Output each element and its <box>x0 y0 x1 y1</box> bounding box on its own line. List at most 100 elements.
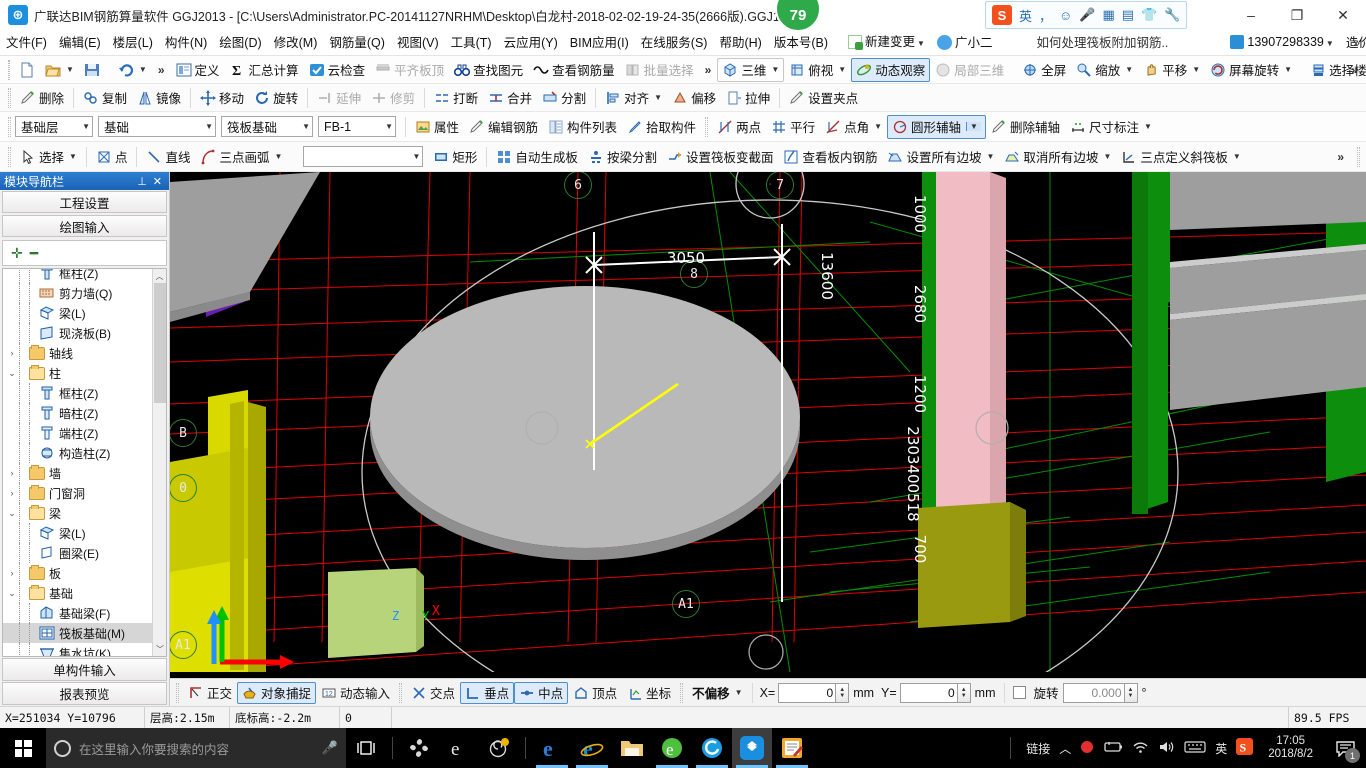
mirror-button[interactable]: 镜像 <box>132 86 186 110</box>
battery-icon[interactable] <box>1103 740 1123 757</box>
extend-button[interactable]: 延伸 <box>312 86 366 110</box>
three-point-arc-button[interactable]: 三点画弧 ▼ <box>195 145 287 169</box>
menu-item-version[interactable]: 版本号(B) <box>768 30 834 56</box>
help-link[interactable]: 如何处理筏板附加钢筋.. <box>1030 30 1174 56</box>
component-tree[interactable]: 筏板基础(M)框柱(Z)剪力墙(Q)梁(L)现浇板(B)›轴线⌄柱框柱(Z)暗柱… <box>2 268 167 657</box>
perpendicular-snap-button[interactable]: 垂点 <box>460 681 515 704</box>
category-selector[interactable]: 基础 ▼ <box>98 116 216 137</box>
dynamic-input-button[interactable]: 12 动态输入 <box>316 682 395 704</box>
align-slab-top-button[interactable]: 平齐板顶 <box>370 58 449 82</box>
tree-expand-arrow[interactable]: › <box>5 348 19 358</box>
x-offset-input[interactable]: 0 <box>778 682 837 703</box>
tree-folder[interactable]: › 轴线 <box>3 343 152 363</box>
set-slope-button[interactable]: 设置所有边坡 ▼ <box>882 145 999 169</box>
scroll-up-arrow[interactable]: ︿ <box>153 269 166 283</box>
ime-keyboard-icon[interactable]: ▦ <box>1103 7 1115 23</box>
ime-settings-icon[interactable]: 🔧 <box>1164 7 1180 23</box>
align-button[interactable]: 对齐 ▼ <box>600 86 667 110</box>
taskbar-search[interactable]: 在这里输入你要搜索的内容 🎤 <box>46 728 346 768</box>
tray-link-label[interactable]: 链接 <box>1026 740 1050 757</box>
toolbar-grip-1[interactable] <box>8 59 10 80</box>
scroll-down-arrow[interactable]: ﹀ <box>153 642 166 656</box>
sogou-browser-icon[interactable] <box>692 728 732 768</box>
single-component-input-button[interactable]: 单构件输入 <box>2 658 167 681</box>
snapbar-grip[interactable] <box>176 682 179 703</box>
snapbar-grip-3[interactable] <box>680 682 684 703</box>
edge-legacy-icon[interactable]: e <box>439 728 479 768</box>
menu-item-component[interactable]: 构件(N) <box>159 30 213 56</box>
tree-folder[interactable]: › 板 <box>3 563 152 583</box>
menu-item-draw[interactable]: 绘图(D) <box>213 30 267 56</box>
cloud-check-button[interactable]: 云检查 <box>304 58 371 82</box>
ime-toolbar[interactable]: S 英 ， ☺ 🎤 ▦ ▤ 👕 🔧 <box>985 1 1188 29</box>
toolbar-overflow-1[interactable]: » <box>152 63 171 77</box>
drawing-input-button[interactable]: 绘图输入 <box>2 215 167 237</box>
sogou-tray-icon[interactable]: S <box>1236 738 1254 758</box>
draw-mode-combo[interactable]: ▼ <box>303 146 424 167</box>
toolbar-grip-2[interactable] <box>8 87 11 108</box>
tree-item[interactable]: 端柱(Z) <box>3 423 152 443</box>
wifi-icon[interactable] <box>1132 740 1149 757</box>
minimize-button[interactable]: – <box>1228 0 1274 30</box>
pick-component-button[interactable]: 拾取构件 <box>622 115 701 139</box>
delete-aux-axis-button[interactable]: 删除辅轴 <box>986 115 1065 139</box>
tree-expand-arrow[interactable]: › <box>5 568 19 578</box>
toolbar-overflow-3[interactable]: » <box>1345 63 1364 77</box>
menu-item-cloud-apps[interactable]: 云应用(Y) <box>498 30 564 56</box>
project-settings-button[interactable]: 工程设置 <box>2 191 167 213</box>
view-slab-rebar-button[interactable]: 查看板内钢筋 <box>778 145 882 169</box>
edit-rebar-button[interactable]: 编辑钢筋 <box>464 115 543 139</box>
ime-emoji-icon[interactable]: ☺ <box>1059 8 1072 23</box>
copy-button[interactable]: 复制 <box>78 86 132 110</box>
ime-voice-icon[interactable]: 🎤 <box>1079 7 1095 23</box>
menu-item-tools[interactable]: 工具(T) <box>445 30 498 56</box>
toolbar-grip-4b[interactable] <box>1357 146 1360 167</box>
coordinate-snap-button[interactable]: 坐标 <box>622 682 676 704</box>
midpoint-snap-button[interactable]: 中点 <box>514 681 569 704</box>
volume-icon[interactable] <box>1158 740 1175 757</box>
object-snap-button[interactable]: 对象捕捉 <box>237 681 317 704</box>
tray-language-label[interactable]: 英 <box>1215 740 1227 757</box>
task-view-button[interactable] <box>346 728 386 768</box>
microphone-icon[interactable]: 🎤 <box>322 740 338 756</box>
start-button[interactable] <box>0 728 46 768</box>
action-center-button[interactable]: 1 <box>1328 728 1362 768</box>
tree-expand-arrow[interactable]: › <box>5 488 19 498</box>
glodon-ggj-icon[interactable] <box>732 728 772 768</box>
properties-button[interactable]: 属性 <box>410 115 464 139</box>
internet-explorer-icon[interactable]: e <box>572 728 612 768</box>
score-badge[interactable]: 79 <box>775 0 821 32</box>
trim-button[interactable]: 修剪 <box>366 86 420 110</box>
tree-item[interactable]: 构造柱(Z) <box>3 443 152 463</box>
menu-item-online-svc[interactable]: 在线服务(S) <box>635 30 714 56</box>
menu-item-floor[interactable]: 楼层(L) <box>107 30 159 56</box>
tree-item[interactable]: 剪力墙(Q) <box>3 283 152 303</box>
expand-all-icon[interactable]: ✛ <box>11 245 23 262</box>
tree-scrollbar[interactable]: ︿ ﹀ <box>152 269 166 656</box>
menu-item-view[interactable]: 视图(V) <box>391 30 445 56</box>
view-3d-button[interactable]: 三维 ▼ <box>717 57 785 82</box>
tree-folder[interactable]: ⌄ 梁 <box>3 503 152 523</box>
toolbar-grip-3b[interactable] <box>705 116 709 137</box>
vertex-snap-button[interactable]: 顶点 <box>568 682 622 704</box>
edge-icon[interactable]: e <box>532 728 572 768</box>
menu-item-edit[interactable]: 编辑(E) <box>53 30 107 56</box>
tree-item[interactable]: 暗柱(Z) <box>3 403 152 423</box>
red-dot-icon[interactable] <box>1080 740 1094 757</box>
y-offset-input[interactable]: 0 <box>899 682 958 703</box>
new-change-button[interactable]: 新建变更 ▼ <box>842 29 931 57</box>
orbit-button[interactable]: 动态观察 <box>851 57 931 82</box>
report-preview-button[interactable]: 报表预览 <box>2 682 167 705</box>
pin-icon[interactable]: ⊥ <box>134 175 150 188</box>
zoom-button[interactable]: 缩放 ▼ <box>1071 58 1138 82</box>
local-3d-button[interactable]: 局部三维 <box>930 58 1009 82</box>
toolbar-overflow-4[interactable]: » <box>1331 150 1350 164</box>
rotate-spinner[interactable]: ▲ ▼ <box>1124 682 1138 703</box>
point-angle-axis-button[interactable]: 点角 ▼ <box>820 115 887 139</box>
circle-aux-axis-button[interactable]: 圆形辅轴 ▼ <box>887 114 986 139</box>
tree-expand-arrow[interactable]: › <box>5 468 19 478</box>
component-type-selector[interactable]: 筏板基础 ▼ <box>221 116 313 137</box>
close-button[interactable]: ✕ <box>1320 0 1366 30</box>
tree-folder[interactable]: ⌄ 柱 <box>3 363 152 383</box>
split-button[interactable]: 分割 <box>537 86 591 110</box>
